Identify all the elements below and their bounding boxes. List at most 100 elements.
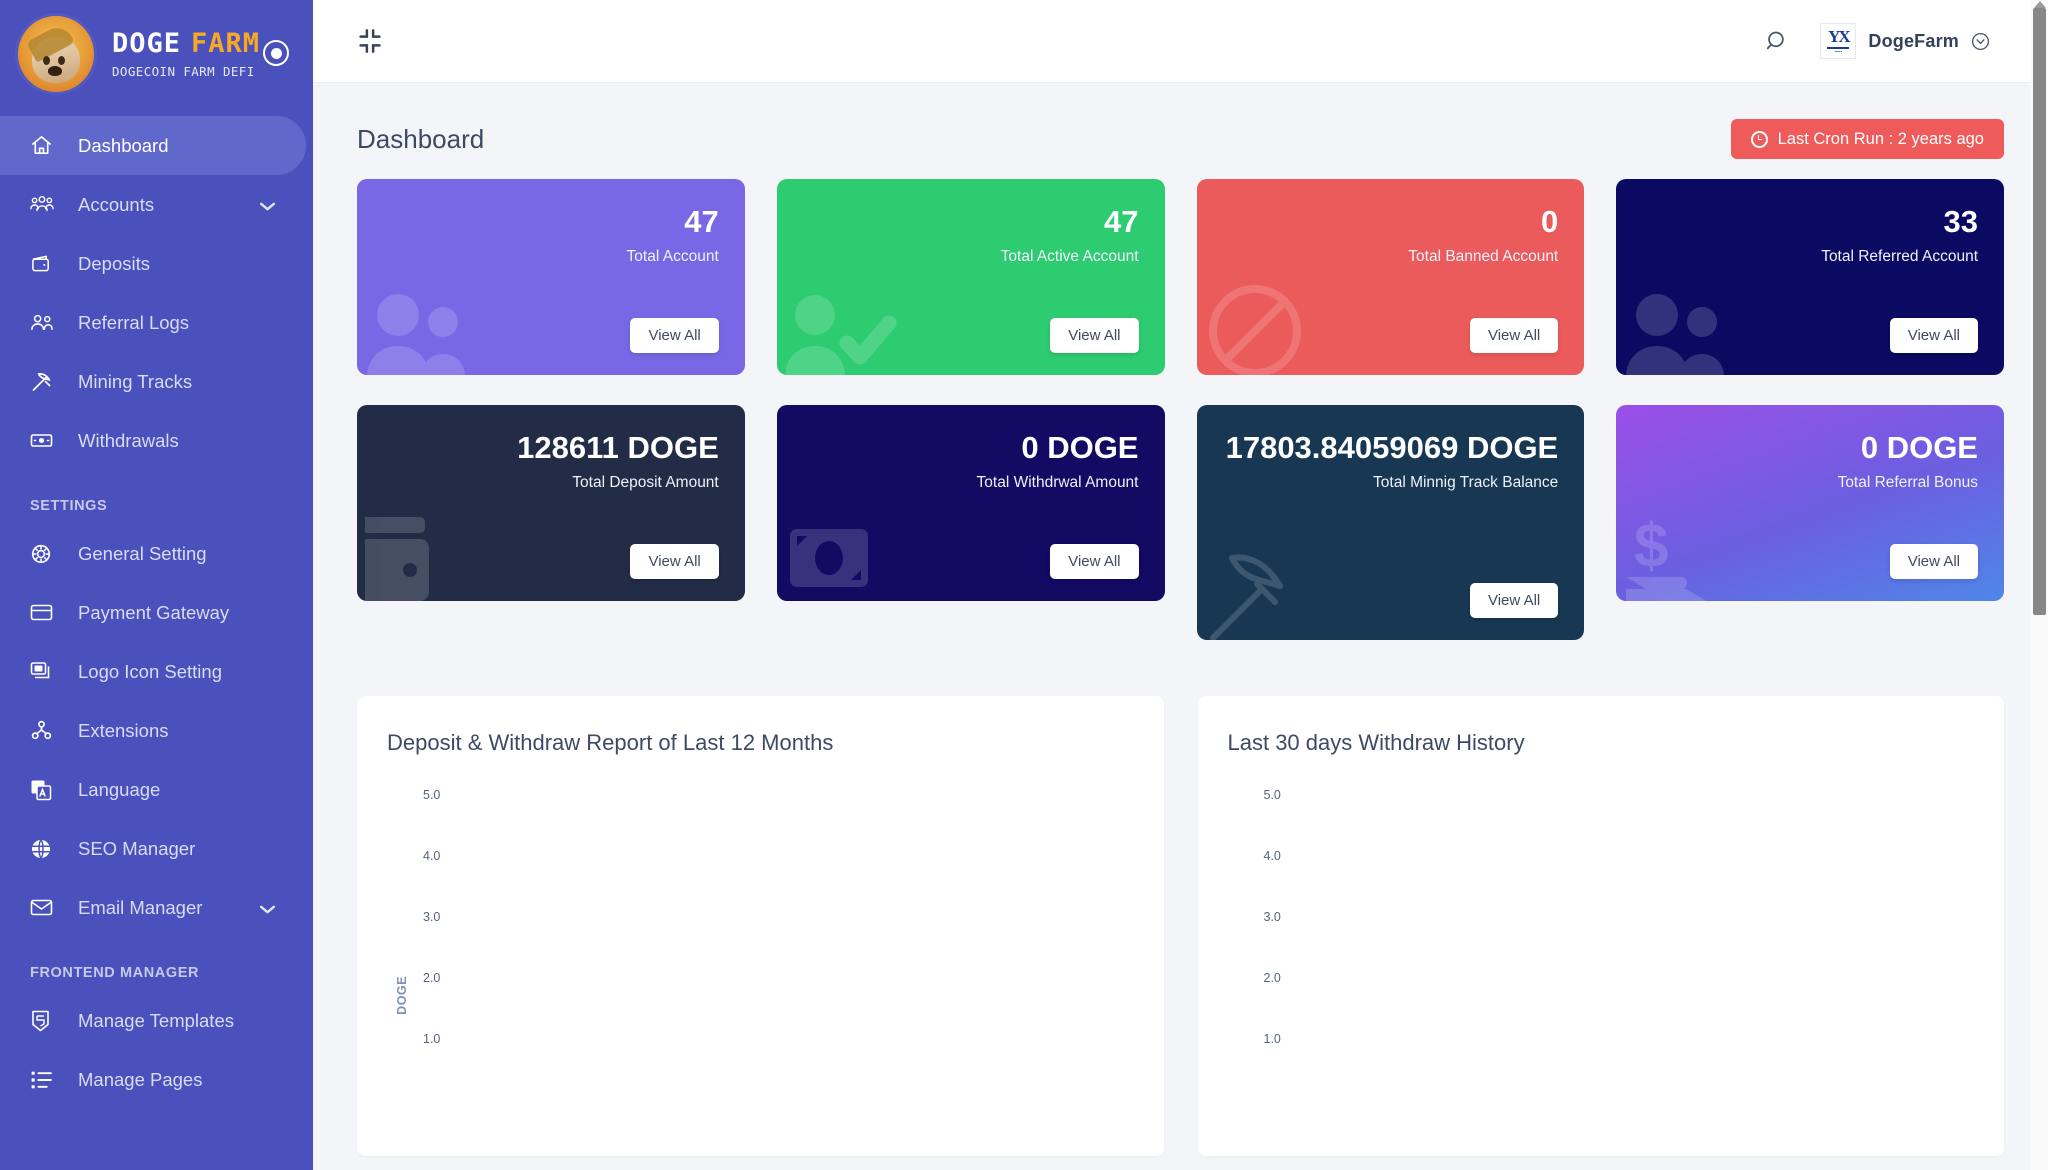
- company-logo-avatar: YX ∎∎∎∎∎: [1820, 23, 1857, 59]
- users-icon: [367, 294, 465, 375]
- search-icon[interactable]: [1765, 29, 1790, 54]
- stat-label: Total Deposit Amount: [572, 473, 719, 491]
- chart-y-tick: 1.0: [423, 1032, 441, 1046]
- charts-row: Deposit & Withdraw Report of Last 12 Mon…: [357, 696, 2004, 1156]
- chart-y-tick: 1.0: [1263, 1032, 1281, 1046]
- chevron-down-circle-icon[interactable]: [1971, 32, 1990, 51]
- sidebar-section-frontend-manager: FRONTEND MANAGER: [30, 965, 200, 981]
- banknote-icon: [30, 429, 60, 453]
- sidebar-section-settings: SETTINGS: [30, 498, 108, 514]
- last-cron-run-badge[interactable]: Last Cron Run : 2 years ago: [1730, 119, 2004, 159]
- view-all-button[interactable]: View All: [630, 544, 719, 579]
- sidebar-item-referral-logs[interactable]: Referral Logs: [0, 293, 313, 352]
- stat-value: 33: [1943, 204, 1978, 239]
- envelope-icon: [30, 896, 60, 920]
- sidebar-item-language[interactable]: Language: [0, 760, 313, 819]
- chart-plot-area: DOGE 5.0 4.0 3.0 2.0 1.0: [387, 788, 1134, 1168]
- brand-subtitle: DOGECOIN FARM DEFI: [112, 63, 255, 79]
- view-all-button[interactable]: View All: [1889, 318, 1978, 353]
- sidebar-item-label: Logo Icon Setting: [78, 660, 222, 682]
- stat-label: Total Account: [626, 247, 719, 265]
- brand-header[interactable]: DOGE FARM DOGECOIN FARM DEFI: [0, 0, 313, 108]
- sidebar: DOGE FARM DOGECOIN FARM DEFI Dashboard Ac…: [0, 0, 313, 1170]
- chart-y-axis-label: DOGE: [395, 976, 409, 1015]
- stat-card-total-banned-account: 0 Total Banned Account View All: [1196, 179, 1585, 375]
- globe-icon: [30, 837, 60, 861]
- view-all-button[interactable]: View All: [1469, 583, 1559, 618]
- chart-y-tick: 3.0: [423, 910, 441, 924]
- sidebar-item-email-manager[interactable]: Email Manager: [0, 878, 313, 937]
- clock-icon: [1750, 130, 1768, 148]
- scroll-up-arrow-icon[interactable]: [2034, 1, 2046, 8]
- stat-label: Total Active Account: [1000, 247, 1139, 265]
- stat-value: 47: [684, 204, 719, 239]
- view-all-button[interactable]: View All: [630, 318, 719, 353]
- hand-dollar-icon: $: [1626, 512, 1707, 601]
- sidebar-item-label: Payment Gateway: [78, 601, 230, 623]
- profile-name: DogeFarm: [1868, 30, 1959, 51]
- stat-value: 0 DOGE: [1021, 430, 1139, 465]
- chart-y-tick: 5.0: [1263, 788, 1281, 802]
- sitemap-icon: [30, 719, 60, 743]
- sidebar-item-seo-manager[interactable]: SEO Manager: [0, 819, 313, 878]
- chart-y-tick: 4.0: [1263, 849, 1281, 863]
- chart-y-tick: 2.0: [1263, 971, 1281, 985]
- svg-text:$: $: [1634, 512, 1668, 581]
- view-all-button[interactable]: View All: [1469, 318, 1559, 353]
- sidebar-item-label: Email Manager: [78, 896, 203, 918]
- html5-icon: [30, 1009, 60, 1033]
- wallet-icon: [30, 252, 60, 276]
- view-all-button[interactable]: View All: [1050, 318, 1139, 353]
- chart-y-tick: 5.0: [423, 788, 441, 802]
- sidebar-item-general-setting[interactable]: General Setting: [0, 524, 313, 583]
- sidebar-item-accounts[interactable]: Accounts: [0, 175, 313, 234]
- topbar: YX ∎∎∎∎∎ DogeFarm: [313, 0, 2048, 83]
- images-icon: [30, 660, 60, 684]
- sidebar-item-label: Manage Pages: [78, 1068, 203, 1090]
- sidebar-item-manage-templates[interactable]: Manage Templates: [0, 991, 313, 1050]
- main-area: YX ∎∎∎∎∎ DogeFarm Dashboard Last Cron Run…: [313, 0, 2048, 1170]
- home-icon: [30, 134, 60, 158]
- brand-title-primary: DOGE: [112, 27, 182, 59]
- gear-circle-icon: [30, 542, 60, 566]
- scrollbar-thumb[interactable]: [2033, 8, 2046, 615]
- chevron-down-icon: [259, 194, 276, 216]
- sidebar-item-label: Accounts: [78, 193, 155, 215]
- sidebar-item-manage-pages[interactable]: Manage Pages: [0, 1050, 313, 1109]
- language-icon: [30, 778, 60, 802]
- chart-y-tick: 4.0: [423, 849, 441, 863]
- sidebar-item-withdrawals[interactable]: Withdrawals: [0, 411, 313, 470]
- sidebar-item-label: Extensions: [78, 719, 169, 741]
- stat-cards-row-1: 47 Total Account View All 47 Total Activ…: [357, 179, 2004, 375]
- sidebar-collapse-toggle[interactable]: [263, 40, 289, 66]
- sidebar-item-deposits[interactable]: Deposits: [0, 234, 313, 293]
- sidebar-item-logo-icon-setting[interactable]: Logo Icon Setting: [0, 642, 313, 701]
- chart-y-tick: 2.0: [423, 971, 441, 985]
- sidebar-item-payment-gateway[interactable]: Payment Gateway: [0, 583, 313, 642]
- stat-value: 17803.84059069 DOGE: [1225, 430, 1559, 465]
- sidebar-item-label: Language: [78, 778, 161, 800]
- view-all-button[interactable]: View All: [1889, 544, 1978, 579]
- stat-card-total-account: 47 Total Account View All: [357, 179, 745, 375]
- chart-y-tick: 3.0: [1263, 910, 1281, 924]
- hammer-icon: [1209, 554, 1283, 640]
- sidebar-item-dashboard[interactable]: Dashboard: [0, 116, 306, 175]
- wallet-icon: [365, 517, 429, 601]
- view-all-button[interactable]: View All: [1050, 544, 1139, 579]
- credit-card-icon: [30, 601, 60, 625]
- sidebar-item-label: SEO Manager: [78, 837, 196, 859]
- brand-text: DOGE FARM DOGECOIN FARM DEFI: [112, 30, 260, 79]
- sidebar-item-label: Manage Templates: [78, 1009, 234, 1031]
- compress-icon[interactable]: [355, 26, 385, 56]
- money-bill-icon: [789, 529, 868, 587]
- stat-card-total-minnig-track-balance: 17803.84059069 DOGE Total Minnig Track B…: [1196, 405, 1585, 640]
- stat-label: Total Minnig Track Balance: [1373, 473, 1559, 491]
- sidebar-item-mining-tracks[interactable]: Mining Tracks: [0, 352, 313, 411]
- chart-title: Last 30 days Withdraw History: [1227, 730, 1525, 755]
- sidebar-item-extensions[interactable]: Extensions: [0, 701, 313, 760]
- profile-menu[interactable]: YX ∎∎∎∎∎ DogeFarm: [1820, 23, 1990, 59]
- page-scrollbar[interactable]: [2031, 0, 2048, 1170]
- stat-card-total-referred-account: 33 Total Referred Account View All: [1616, 179, 2004, 375]
- sidebar-item-label: Mining Tracks: [78, 370, 193, 392]
- stat-card-total-referral-bonus: $ 0 DOGE Total Referral Bonus View All: [1616, 405, 2004, 601]
